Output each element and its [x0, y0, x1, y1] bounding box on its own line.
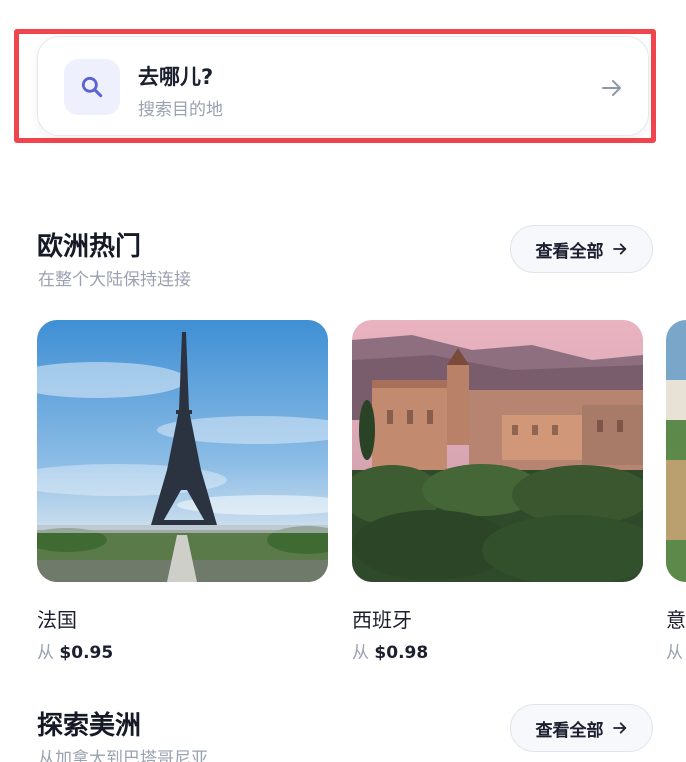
search-card[interactable]: 去哪儿? 搜索目的地 [37, 36, 649, 136]
view-all-button-europe[interactable]: 查看全部 [510, 225, 653, 273]
destination-card-spain[interactable]: 西班牙 从 $0.98 [352, 320, 643, 663]
card-price: 从 [666, 643, 683, 663]
arrow-right-icon [612, 722, 626, 734]
card-price: 从 $0.98 [352, 643, 429, 663]
destination-card-italy[interactable]: 意 从 [666, 320, 686, 663]
card-name: 意 [666, 608, 686, 632]
card-name: 法国 [37, 608, 77, 632]
eiffel-tower-image [37, 320, 328, 582]
section-subtitle-europe: 在整个大陆保持连接 [38, 270, 191, 290]
arrow-right-icon [612, 243, 626, 255]
alhambra-image [352, 320, 643, 582]
section-title-europe: 欧洲热门 [37, 232, 142, 262]
search-icon [64, 59, 120, 115]
destination-card-france[interactable]: 法国 从 $0.95 [37, 320, 328, 663]
view-all-label: 查看全部 [535, 241, 604, 262]
view-all-button-americas[interactable]: 查看全部 [510, 704, 653, 752]
section-subtitle-americas: 从加拿大到巴塔哥尼亚 [38, 749, 208, 762]
section-title-americas: 探索美洲 [37, 711, 142, 741]
search-title: 去哪儿? [138, 65, 214, 89]
card-name: 西班牙 [352, 608, 412, 632]
view-all-label: 查看全部 [535, 720, 604, 741]
search-subtitle: 搜索目的地 [138, 100, 223, 120]
italy-image [666, 320, 686, 582]
arrow-right-icon [600, 76, 624, 104]
card-price: 从 $0.95 [37, 643, 114, 663]
